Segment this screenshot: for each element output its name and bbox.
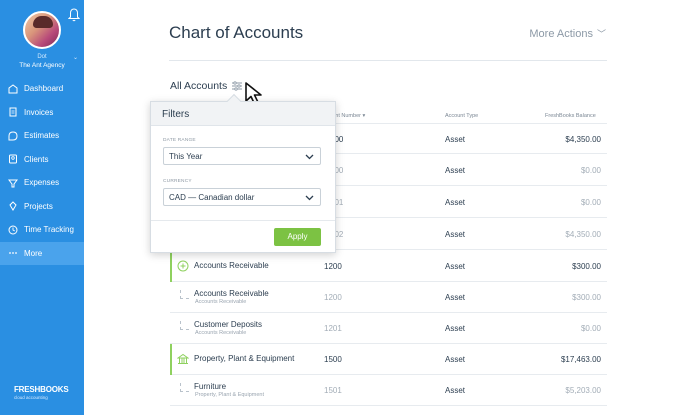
date-range-select[interactable]: This Year bbox=[163, 147, 321, 165]
divider bbox=[151, 220, 335, 221]
account-type: Asset bbox=[445, 324, 466, 333]
sidebar-item-estimates[interactable]: Estimates bbox=[0, 124, 84, 148]
parent-account: Accounts Receivable bbox=[195, 330, 247, 336]
more-actions-button[interactable]: More Actions ﹀ bbox=[529, 27, 606, 40]
sidebar: Dot ⌄ The Ant Agency Dashboard Invoices … bbox=[0, 0, 84, 415]
account-type: Asset bbox=[445, 293, 466, 302]
account-type: Asset bbox=[445, 230, 466, 239]
user-name: Dot bbox=[37, 54, 47, 60]
logo-subtext: cloud accounting bbox=[14, 395, 48, 400]
currency-select[interactable]: CAD — Canadian dollar bbox=[163, 188, 321, 206]
account-balance: $0.00 bbox=[580, 198, 601, 207]
account-type: Asset bbox=[445, 166, 466, 175]
filters-popover: Filters DATE RANGE This Year CURRENCY CA… bbox=[150, 93, 336, 253]
table-row[interactable]: Customer Deposits Accounts Receivable 12… bbox=[170, 313, 607, 344]
sidebar-item-label: Clients bbox=[24, 154, 49, 164]
currency-value: CAD — Canadian dollar bbox=[169, 193, 255, 202]
column-header-balance[interactable]: FreshBooks Balance bbox=[545, 113, 596, 119]
table-row[interactable]: Furniture Property, Plant & Equipment 15… bbox=[170, 375, 607, 406]
sidebar-item-dashboard[interactable]: Dashboard bbox=[0, 77, 84, 101]
date-range-label: DATE RANGE bbox=[163, 138, 196, 143]
sidebar-item-label: More bbox=[24, 248, 43, 258]
account-name: Customer Deposits bbox=[194, 320, 263, 329]
sidebar-item-label: Invoices bbox=[24, 107, 54, 117]
account-name: Furniture bbox=[194, 382, 227, 391]
building-icon bbox=[177, 353, 189, 364]
logo-text: FRESHBOOKS bbox=[14, 385, 69, 394]
apply-button[interactable]: Apply bbox=[274, 228, 321, 246]
table-row[interactable]: Accounts Receivable 1200 Asset $300.00 bbox=[170, 251, 607, 282]
sidebar-item-expenses[interactable]: Expenses bbox=[0, 171, 84, 195]
sidebar-item-time-tracking[interactable]: Time Tracking bbox=[0, 218, 84, 242]
estimate-icon bbox=[8, 131, 18, 141]
account-type: Asset bbox=[445, 386, 466, 395]
sidebar-item-projects[interactable]: Projects bbox=[0, 195, 84, 219]
sidebar-item-label: Estimates bbox=[24, 131, 60, 141]
chevron-down-icon[interactable]: ⌄ bbox=[73, 54, 78, 61]
account-number: 1201 bbox=[324, 324, 342, 333]
client-icon bbox=[9, 154, 17, 164]
column-header-account-type[interactable]: Account Type bbox=[445, 113, 478, 119]
account-balance: $4,350.00 bbox=[565, 135, 601, 144]
sidebar-item-label: Projects bbox=[24, 201, 53, 211]
more-actions-label: More Actions bbox=[529, 27, 593, 40]
sidebar-item-label: Dashboard bbox=[24, 84, 64, 94]
project-icon bbox=[9, 201, 17, 212]
chevron-down-icon bbox=[305, 195, 314, 201]
invoice-icon bbox=[9, 107, 17, 117]
account-name: Property, Plant & Equipment bbox=[194, 354, 295, 363]
sidebar-item-invoices[interactable]: Invoices bbox=[0, 101, 84, 125]
freshbooks-logo[interactable]: FRESHBOOKS cloud accounting bbox=[14, 385, 70, 400]
account-number: 1200 bbox=[324, 293, 342, 302]
bell-icon[interactable] bbox=[68, 8, 80, 22]
sidebar-item-label: Time Tracking bbox=[24, 225, 74, 235]
account-balance: $300.00 bbox=[572, 293, 601, 302]
account-balance: $0.00 bbox=[580, 324, 601, 333]
divider bbox=[169, 60, 607, 61]
tree-connector bbox=[180, 321, 189, 330]
page-title: Chart of Accounts bbox=[169, 23, 304, 42]
dashboard-icon bbox=[8, 84, 18, 94]
clock-icon bbox=[8, 225, 18, 235]
account-name: Accounts Receivable bbox=[194, 289, 269, 298]
chevron-down-icon: ﹀ bbox=[596, 29, 606, 39]
account-balance: $17,463.00 bbox=[560, 355, 601, 364]
table-row[interactable]: Accounts Receivable Accounts Receivable … bbox=[170, 282, 607, 313]
avatar[interactable] bbox=[23, 11, 61, 49]
sidebar-item-more[interactable]: More bbox=[0, 241, 84, 265]
currency-label: CURRENCY bbox=[163, 179, 192, 184]
tree-connector bbox=[180, 290, 189, 299]
sidebar-nav: Dashboard Invoices Estimates Clients Exp… bbox=[0, 77, 84, 265]
account-type: Asset bbox=[445, 135, 466, 144]
account-number: 1500 bbox=[324, 355, 342, 364]
account-type: Asset bbox=[445, 355, 466, 364]
row-accent-bar bbox=[170, 251, 172, 282]
account-balance: $5,203.00 bbox=[565, 386, 601, 395]
filter-sliders-icon[interactable] bbox=[231, 80, 243, 92]
plus-circle-icon[interactable] bbox=[177, 260, 189, 272]
account-name: Accounts Receivable bbox=[194, 261, 269, 270]
account-balance: $0.00 bbox=[580, 166, 601, 175]
row-accent-bar bbox=[170, 344, 172, 375]
sidebar-item-clients[interactable]: Clients bbox=[0, 148, 84, 172]
chevron-down-icon bbox=[305, 154, 314, 160]
more-dots-icon bbox=[9, 252, 17, 255]
account-type: Asset bbox=[445, 262, 466, 271]
account-balance: $300.00 bbox=[572, 262, 601, 271]
sidebar-item-label: Expenses bbox=[24, 178, 60, 188]
account-type: Asset bbox=[445, 198, 466, 207]
expense-icon bbox=[8, 179, 18, 188]
popover-title: Filters bbox=[151, 102, 335, 126]
agency-name: The Ant Agency bbox=[19, 62, 65, 69]
all-accounts-label[interactable]: All Accounts bbox=[170, 80, 227, 92]
account-balance: $4,350.00 bbox=[565, 230, 601, 239]
tree-connector bbox=[180, 383, 189, 392]
date-range-value: This Year bbox=[169, 152, 203, 161]
table-row[interactable]: Property, Plant & Equipment 1500 Asset $… bbox=[170, 344, 607, 375]
account-number: 1501 bbox=[324, 386, 342, 395]
app-window: Dot ⌄ The Ant Agency Dashboard Invoices … bbox=[0, 0, 700, 415]
parent-account: Accounts Receivable bbox=[195, 299, 247, 305]
account-number: 1200 bbox=[324, 262, 342, 271]
parent-account: Property, Plant & Equipment bbox=[195, 392, 264, 398]
